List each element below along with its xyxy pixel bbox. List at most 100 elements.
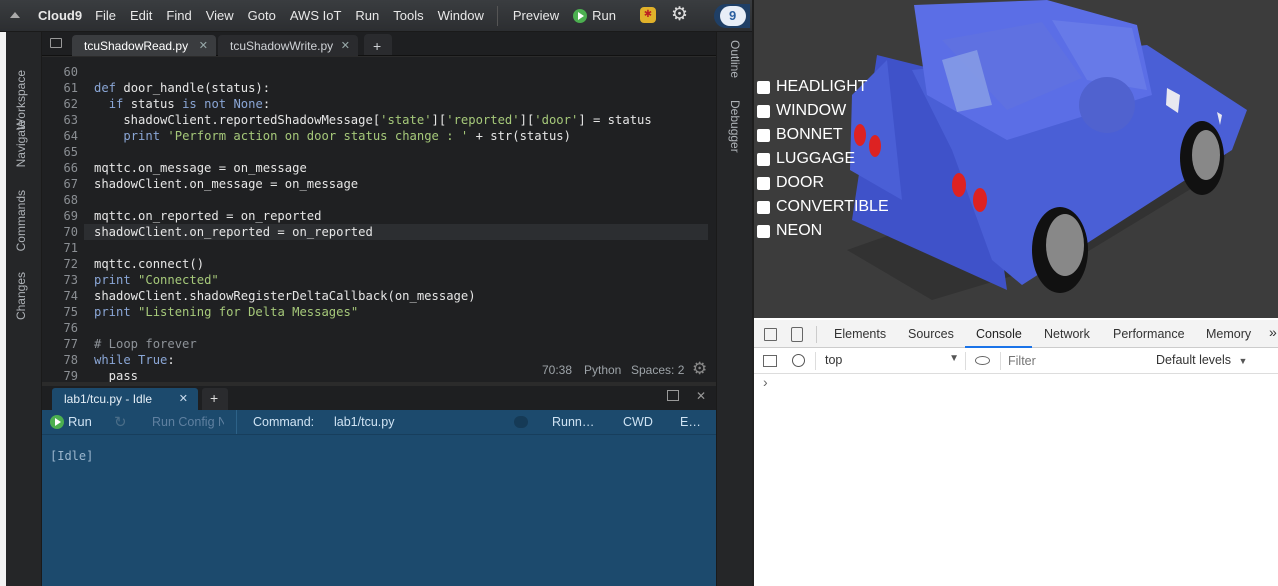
panel-navigate[interactable]: Navigate (14, 120, 28, 167)
tab-sources[interactable]: Sources (908, 327, 954, 341)
more-tabs-icon[interactable]: » (1269, 324, 1277, 340)
menu-view[interactable]: View (199, 8, 241, 23)
tab-console[interactable]: Console (976, 327, 1022, 341)
checkbox-bonnet[interactable]: BONNET (757, 126, 843, 144)
close-icon[interactable]: ✕ (179, 392, 188, 405)
code-line[interactable]: if status is not None: (94, 97, 270, 111)
console-toolbar: top ▼ Default levels ▼ (754, 348, 1278, 374)
indent-setting[interactable]: Spaces: 2 (631, 363, 684, 377)
tab-performance[interactable]: Performance (1113, 327, 1185, 341)
panel-commands[interactable]: Commands (14, 190, 28, 251)
gear-icon[interactable]: ⚙ (671, 5, 688, 25)
new-terminal-button[interactable]: + (202, 388, 228, 410)
menu-edit[interactable]: Edit (123, 8, 159, 23)
menu-file[interactable]: File (88, 8, 123, 23)
collab-badge[interactable]: 9 (714, 4, 750, 28)
code-line[interactable]: shadowClient.on_reported = on_reported (94, 225, 373, 239)
cwd-button[interactable]: CWD (623, 415, 653, 429)
inspect-icon[interactable] (764, 328, 777, 341)
code-line[interactable]: mqttc.on_reported = on_reported (94, 209, 321, 223)
run-button[interactable]: Run (566, 8, 623, 23)
code-line[interactable]: shadowClient.reportedShadowMessage['stat… (94, 113, 651, 127)
tab-memory[interactable]: Memory (1206, 327, 1251, 341)
checkbox-box[interactable] (757, 224, 770, 238)
tab-list-icon[interactable] (50, 38, 62, 48)
code-line[interactable]: shadowClient.shadowRegisterDeltaCallback… (94, 289, 476, 303)
checkbox-label: LUGGAGE (776, 150, 856, 167)
checkbox-headlight[interactable]: HEADLIGHT (757, 78, 868, 96)
checkbox-convertible[interactable]: CONVERTIBLE (757, 198, 889, 216)
checkbox-neon[interactable]: NEON (757, 222, 822, 240)
line-number: 76 (63, 321, 78, 335)
close-icon[interactable]: ✕ (341, 39, 350, 52)
device-toolbar-icon[interactable] (791, 327, 803, 342)
checkbox-luggage[interactable]: LUGGAGE (757, 150, 855, 168)
sidebar-toggle-icon[interactable] (763, 355, 777, 367)
run-console-output[interactable]: [Idle] (42, 434, 716, 586)
close-icon[interactable]: ✕ (199, 39, 208, 52)
filter-input[interactable] (1008, 352, 1138, 370)
code-line[interactable]: print "Connected" (94, 273, 219, 287)
menu-tools[interactable]: Tools (386, 8, 430, 23)
line-number: 62 (63, 97, 78, 111)
run-script-button[interactable]: Run (50, 414, 92, 429)
language-mode[interactable]: Python (584, 363, 621, 377)
tab-elements[interactable]: Elements (834, 327, 886, 341)
code-line[interactable]: def door_handle(status): (94, 81, 270, 95)
bug-icon[interactable]: ✱ (640, 7, 656, 23)
run-label: Run (68, 414, 92, 429)
checkbox-box[interactable] (757, 128, 770, 142)
log-levels-dropdown[interactable]: Default levels ▼ (1156, 353, 1247, 367)
checkbox-box[interactable] (757, 152, 770, 166)
tab-tcushadowwrite[interactable]: tcuShadowWrite.py ✕ (218, 35, 358, 56)
command-input[interactable]: lab1/tcu.py (334, 415, 394, 429)
restart-icon[interactable]: ↻ (114, 413, 127, 431)
preview-button[interactable]: Preview (506, 8, 566, 23)
dropdown-arrow-icon: ▼ (1238, 356, 1248, 366)
panel-outline[interactable]: Outline (728, 40, 742, 78)
console-prompt[interactable]: › (763, 374, 768, 390)
checkbox-door[interactable]: DOOR (757, 174, 824, 192)
code-line[interactable]: mqttc.on_message = on_message (94, 161, 307, 175)
code-line[interactable]: mqttc.connect() (94, 257, 204, 271)
checkbox-window[interactable]: WINDOW (757, 102, 846, 120)
close-panel-icon[interactable]: ✕ (696, 389, 706, 403)
new-tab-button[interactable]: + (364, 34, 392, 55)
menu-goto[interactable]: Goto (241, 8, 283, 23)
panel-changes[interactable]: Changes (14, 272, 28, 320)
clear-console-icon[interactable] (792, 354, 805, 367)
line-number-gutter: 60 61 62 63 64 65 66 67 68 69 70 71 72 73 74 75 76 77 78 79 (42, 57, 84, 382)
menu-window[interactable]: Window (431, 8, 491, 23)
run-config-name-input[interactable]: Run Config N (152, 415, 224, 429)
checkbox-box[interactable] (757, 104, 770, 118)
tab-network[interactable]: Network (1044, 327, 1090, 341)
cursor-position[interactable]: 70:38 (542, 363, 572, 377)
checkbox-box[interactable] (757, 200, 770, 214)
line-number: 72 (63, 257, 78, 271)
menu-find[interactable]: Find (159, 8, 198, 23)
code-line[interactable]: shadowClient.on_message = on_message (94, 177, 358, 191)
editor-tabs: tcuShadowRead.py ✕ tcuShadowWrite.py ✕ + (42, 32, 716, 56)
line-number: 64 (63, 129, 78, 143)
checkbox-box[interactable] (757, 80, 770, 94)
bottom-tabs: lab1/tcu.py - Idle ✕ + ✕ (42, 386, 716, 410)
code-editor[interactable]: 60 61 62 63 64 65 66 67 68 69 70 71 72 73 74 75 76 77 78 79… (42, 57, 716, 382)
menu-run[interactable]: Run (348, 8, 386, 23)
code-line[interactable]: print 'Perform action on door status cha… (94, 129, 571, 143)
tab-terminal-run[interactable]: lab1/tcu.py - Idle ✕ (52, 388, 198, 410)
panel-debugger[interactable]: Debugger (728, 100, 742, 153)
levels-label: Default levels (1156, 353, 1232, 367)
tab-tcushadowread[interactable]: tcuShadowRead.py ✕ (72, 35, 216, 56)
code-line[interactable]: print "Listening for Delta Messages" (94, 305, 358, 319)
collapse-icon[interactable] (10, 12, 20, 18)
checkbox-box[interactable] (757, 176, 770, 190)
settings-gear-icon[interactable]: ⚙ (692, 359, 707, 379)
context-select[interactable]: top ▼ (825, 353, 959, 367)
maximize-icon[interactable] (667, 390, 679, 401)
scrollbar[interactable] (708, 57, 716, 382)
runner-button[interactable]: Runn… (552, 415, 594, 429)
env-button[interactable]: E… (680, 415, 701, 429)
code-line[interactable]: # Loop forever (94, 337, 197, 351)
menu-aws-iot[interactable]: AWS IoT (283, 8, 349, 23)
eye-icon[interactable] (975, 356, 990, 365)
